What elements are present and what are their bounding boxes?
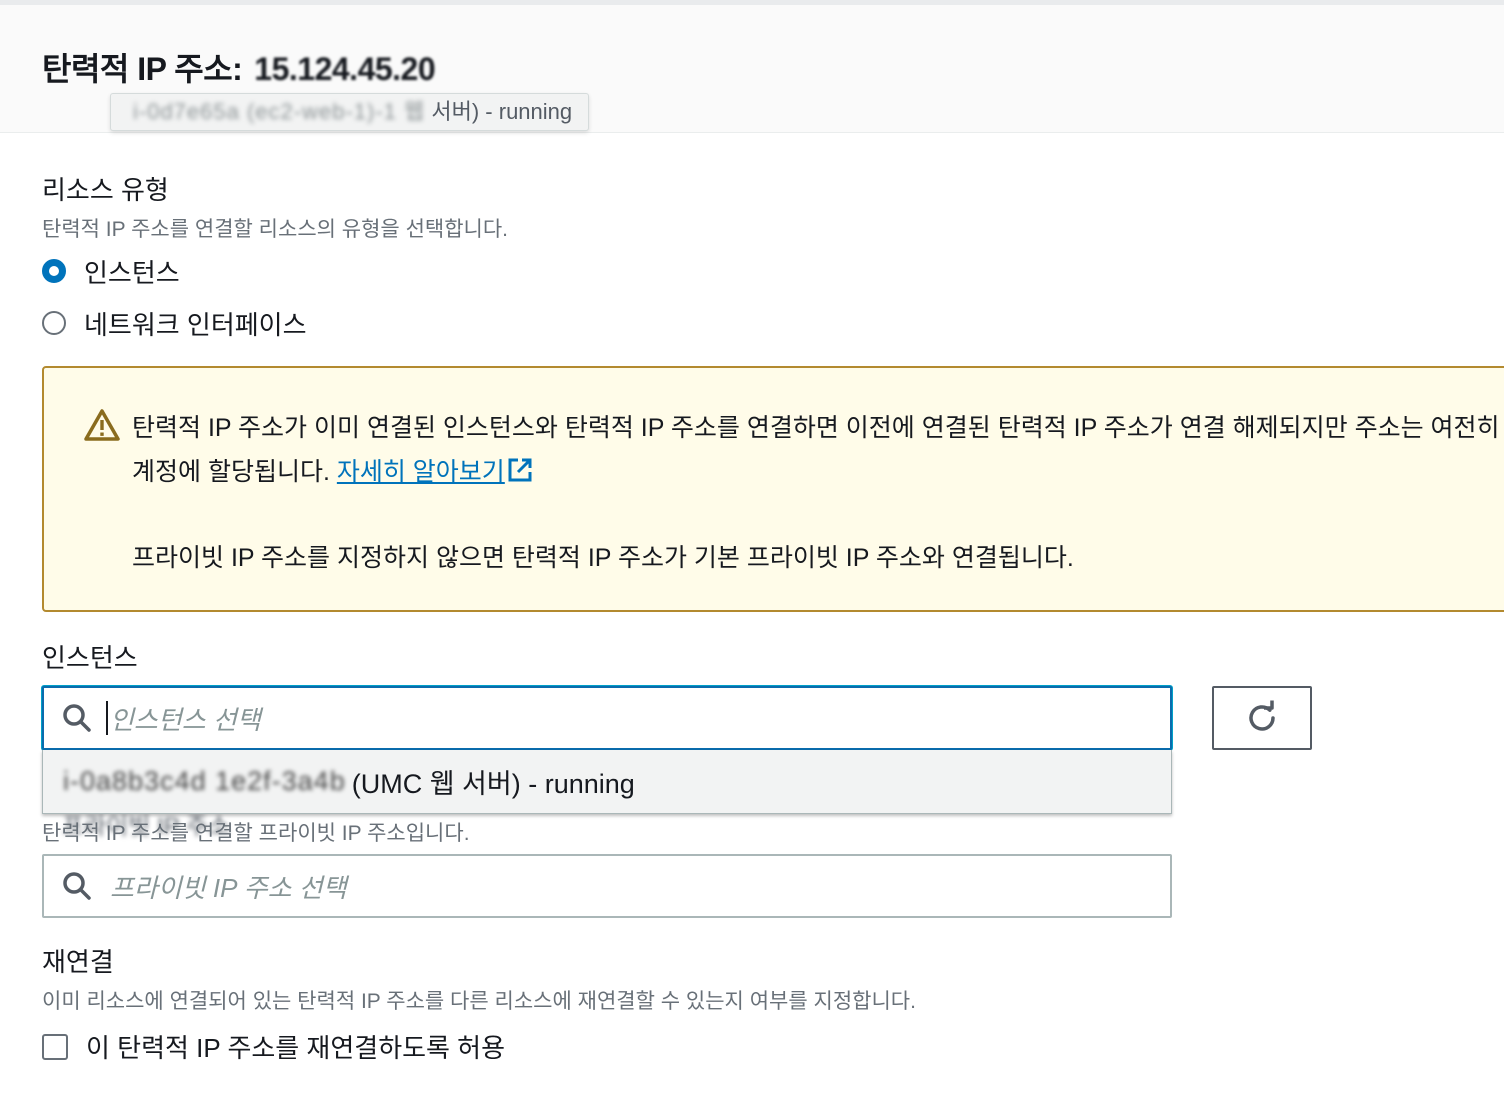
page-title-ip: 15.124.45.20 bbox=[254, 51, 436, 87]
warning-icon bbox=[84, 409, 120, 441]
refresh-icon bbox=[1249, 700, 1275, 731]
radio-instance-label: 인스턴스 bbox=[84, 257, 180, 288]
radio-button-unchecked[interactable] bbox=[42, 311, 66, 335]
private-ip-description: 탄력적 IP 주소를 연결할 프라이빗 IP 주소입니다. bbox=[42, 822, 470, 845]
search-icon bbox=[63, 872, 91, 900]
reassociation-checkbox-row[interactable]: 이 탄력적 IP 주소를 재연결하도록 허용 bbox=[42, 1028, 505, 1065]
page-title: 탄력적 IP 주소: 15.124.45.20 bbox=[42, 44, 436, 90]
warning-alert: 탄력적 IP 주소가 이미 연결된 인스턴스와 탄력적 IP 주소를 연결하면 … bbox=[42, 366, 1504, 612]
instance-search-input[interactable]: 인스턴스 선택 bbox=[42, 686, 1172, 750]
reassociation-checkbox-label: 이 탄력적 IP 주소를 재연결하도록 허용 bbox=[86, 1033, 506, 1063]
page-title-prefix: 탄력적 IP 주소: bbox=[42, 51, 243, 87]
radio-button-checked[interactable] bbox=[42, 259, 66, 283]
instance-dropdown-option[interactable]: i-0a8b3c4d 1e2f-3a4b (UMC 웹 서버) - runnin… bbox=[42, 750, 1172, 814]
resource-type-description: 탄력적 IP 주소를 연결할 리소스의 유형을 선택합니다. bbox=[42, 218, 509, 241]
tooltip-text: 서버) - running bbox=[431, 99, 573, 124]
reassociation-label: 재연결 bbox=[42, 947, 114, 977]
tooltip-redacted-text: i-0d7e65a (ec2-web-1)-1 웹 bbox=[133, 99, 426, 124]
dropdown-option-redacted-id: i-0a8b3c4d 1e2f-3a4b bbox=[63, 766, 346, 796]
reassociation-checkbox[interactable] bbox=[42, 1033, 68, 1060]
resource-type-label: 리소스 유형 bbox=[42, 175, 169, 205]
header-divider bbox=[0, 0, 1504, 5]
text-caret bbox=[106, 701, 108, 735]
instance-tooltip: i-0d7e65a (ec2-web-1)-1 웹 서버) - running bbox=[110, 93, 590, 131]
external-link-icon[interactable] bbox=[507, 457, 533, 483]
radio-instance[interactable]: 인스턴스 bbox=[42, 256, 180, 288]
instance-label: 인스턴스 bbox=[42, 643, 138, 673]
private-ip-placeholder: 프라이빗 IP 주소 선택 bbox=[110, 872, 347, 903]
reassociation-description: 이미 리소스에 연결되어 있는 탄력적 IP 주소를 다른 리소스에 재연결할 … bbox=[42, 990, 916, 1013]
private-ip-search-input[interactable]: 프라이빗 IP 주소 선택 bbox=[42, 854, 1172, 918]
dropdown-option-text: (UMC 웹 서버) - running bbox=[351, 769, 635, 799]
alert-message: 탄력적 IP 주소가 이미 연결된 인스턴스와 탄력적 IP 주소를 연결하면 … bbox=[132, 406, 1504, 494]
learn-more-link[interactable]: 자세히 알아보기 bbox=[337, 458, 505, 486]
alert-message-secondary: 프라이빗 IP 주소를 지정하지 않으면 탄력적 IP 주소가 기본 프라이빗 … bbox=[132, 544, 1074, 572]
radio-network-interface-label: 네트워크 인터페이스 bbox=[84, 309, 307, 340]
radio-network-interface[interactable]: 네트워크 인터페이스 bbox=[42, 308, 307, 340]
search-icon bbox=[63, 704, 91, 732]
refresh-button[interactable] bbox=[1212, 686, 1312, 750]
instance-search-placeholder: 인스턴스 선택 bbox=[110, 704, 261, 735]
page-header: 탄력적 IP 주소: 15.124.45.20 i-0d7e65a (ec2-we… bbox=[0, 0, 1504, 133]
